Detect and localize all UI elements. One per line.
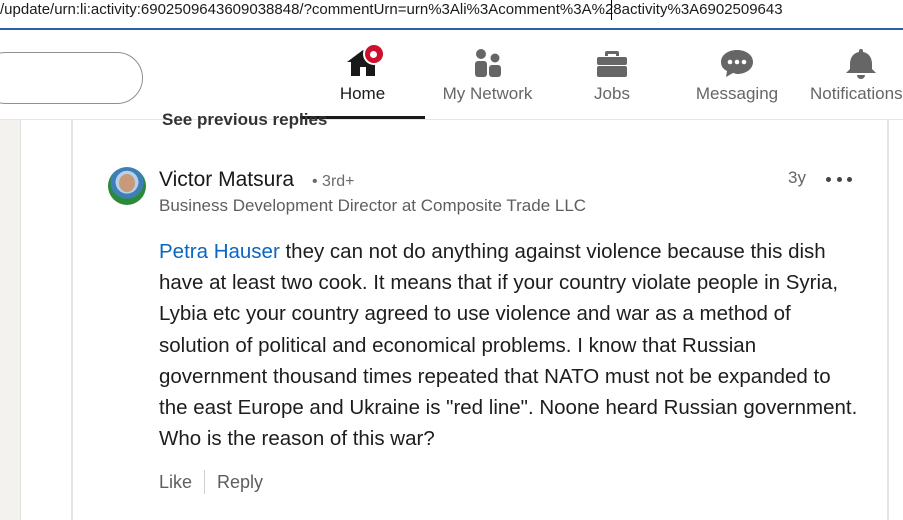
author-name[interactable]: Victor Matsura	[159, 168, 294, 192]
divider	[204, 470, 206, 494]
author-headline: Business Development Director at Composi…	[159, 196, 587, 215]
reply-button[interactable]: Reply	[217, 472, 263, 493]
connection-degree: • 3rd+	[312, 173, 355, 190]
nav-notifications-label: Notifications	[810, 84, 903, 103]
address-bar[interactable]: /update/urn:li:activity:6902509643609038…	[0, 0, 903, 30]
nav-messaging-label: Messaging	[695, 84, 779, 103]
nav-jobs[interactable]: Jobs	[572, 30, 652, 120]
nav-my-network[interactable]: My Network	[430, 30, 545, 120]
notification-badge	[362, 43, 385, 65]
comment-text: Petra Hauser they can not do anything ag…	[159, 236, 859, 454]
nav-messaging[interactable]: Messaging	[688, 30, 786, 120]
search-input[interactable]	[0, 52, 143, 104]
timestamp: 3y	[788, 168, 806, 187]
nav-jobs-label: Jobs	[594, 84, 630, 103]
avatar[interactable]	[108, 167, 146, 205]
chat-icon	[717, 46, 757, 80]
see-previous-replies-link[interactable]: See previous replies	[162, 110, 327, 130]
nav-notifications[interactable]: Notifications	[810, 30, 903, 120]
home-icon	[343, 43, 385, 80]
nav-home[interactable]: Home	[300, 30, 425, 120]
comment-body: they can not do anything against violenc…	[159, 240, 858, 451]
nav-my-network-label: My Network	[442, 84, 533, 103]
url-text[interactable]: /update/urn:li:activity:6902509643609038…	[0, 0, 783, 28]
nav-home-label: Home	[339, 84, 386, 103]
bell-icon	[841, 46, 881, 80]
comment-actions: Like Reply	[159, 470, 263, 494]
top-navigation: Home My Network Jobs Messaging Notificat…	[0, 30, 903, 120]
text-caret	[611, 0, 612, 20]
briefcase-icon	[592, 46, 632, 80]
like-button[interactable]: Like	[159, 472, 192, 493]
mention-link[interactable]: Petra Hauser	[159, 240, 280, 263]
more-options-icon[interactable]	[826, 170, 852, 188]
network-icon	[468, 46, 508, 80]
